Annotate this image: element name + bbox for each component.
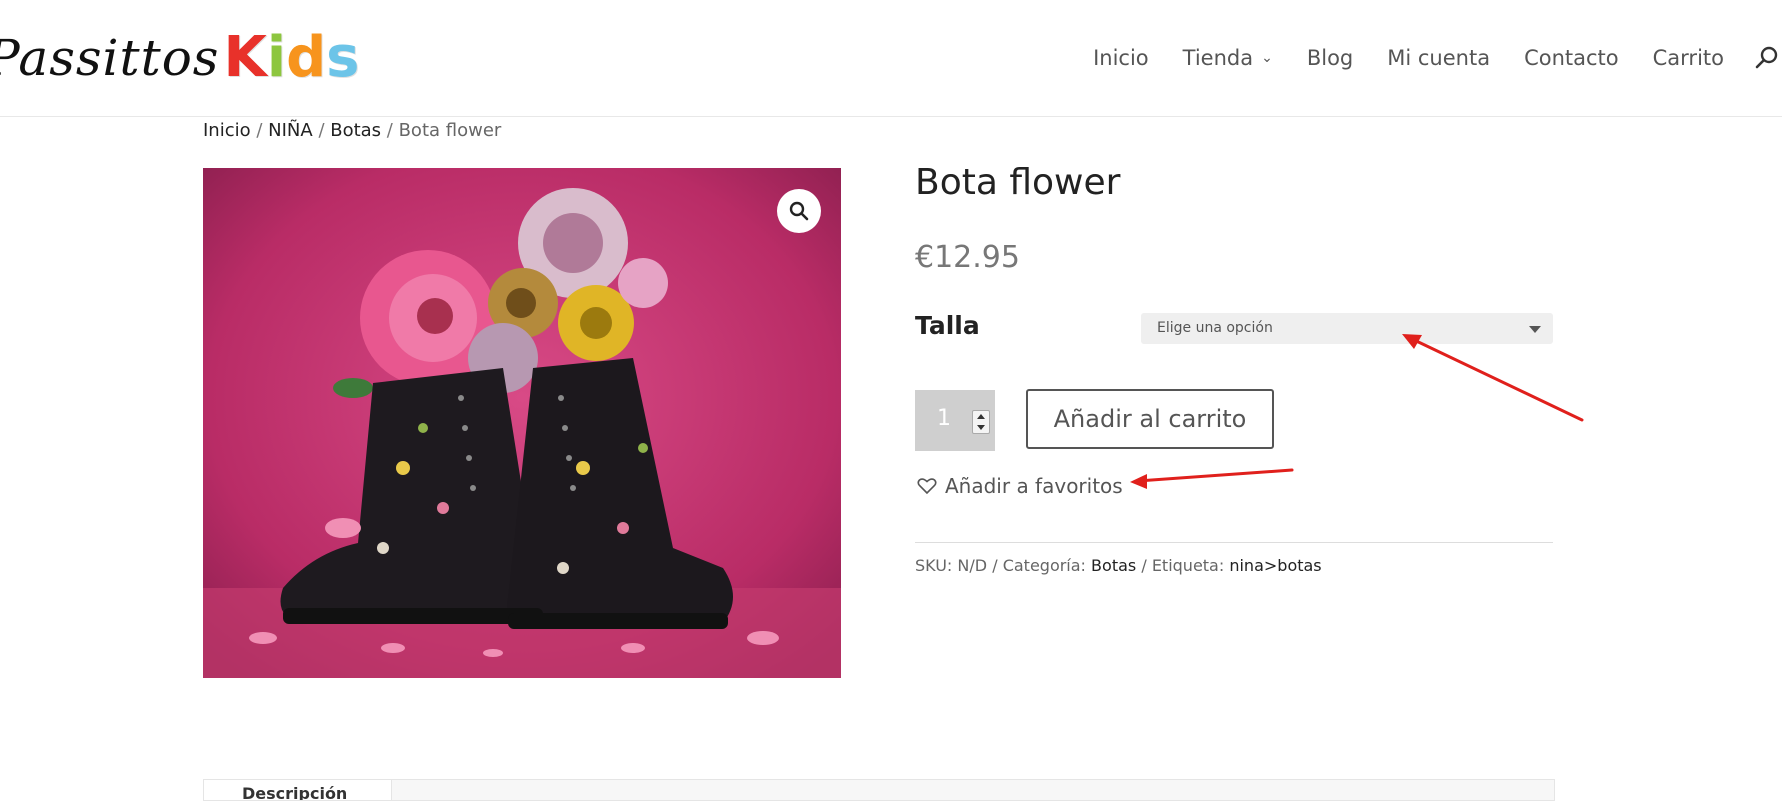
logo-letter-i: i <box>266 25 287 90</box>
nav-item-tienda[interactable]: Tienda ⌄ <box>1183 46 1273 70</box>
nav-label: Mi cuenta <box>1387 46 1491 70</box>
tab-description[interactable]: Descripción <box>203 779 392 800</box>
breadcrumb-separator: / <box>250 120 269 141</box>
meta-separator: / <box>992 556 1003 575</box>
site-header: Passittos K i d s Inicio Tienda ⌄ Blog M… <box>0 0 1782 117</box>
breadcrumb-current: Bota flower <box>398 120 502 141</box>
add-to-favorites-link[interactable]: Añadir a favoritos <box>917 474 1123 498</box>
product-price: €12.95 <box>915 240 1020 275</box>
arrow-to-favorites <box>1136 468 1294 483</box>
size-select[interactable]: Elige una opción <box>1141 313 1553 344</box>
favorites-label: Añadir a favoritos <box>945 474 1123 498</box>
nav-item-inicio[interactable]: Inicio <box>1093 46 1149 70</box>
product-image[interactable] <box>203 168 841 678</box>
magnifier-icon <box>789 201 809 221</box>
breadcrumb-separator: / <box>312 120 331 141</box>
breadcrumb-inicio[interactable]: Inicio <box>203 120 251 141</box>
main-nav: Inicio Tienda ⌄ Blog Mi cuenta Contacto … <box>1059 40 1782 76</box>
size-label: Talla <box>915 311 980 340</box>
logo-text: Passittos <box>0 29 220 87</box>
category-link[interactable]: Botas <box>1091 556 1136 575</box>
nav-label: Carrito <box>1652 46 1724 70</box>
nav-label: Tienda <box>1182 46 1254 70</box>
sku-label: SKU: <box>915 556 953 575</box>
breadcrumb-botas[interactable]: Botas <box>330 120 381 141</box>
category-label: Categoría: <box>1002 556 1086 575</box>
nav-item-carrito[interactable]: Carrito <box>1653 46 1724 70</box>
select-value: Elige una opción <box>1157 320 1273 336</box>
site-logo[interactable]: Passittos K i d s <box>0 18 360 88</box>
product-title: Bota flower <box>915 162 1121 203</box>
tab-label: Descripción <box>242 784 348 800</box>
quantity-value: 1 <box>937 406 951 431</box>
logo-letter-s: s <box>326 25 360 90</box>
nav-item-contacto[interactable]: Contacto <box>1524 46 1619 70</box>
heart-icon <box>917 477 937 495</box>
zoom-button[interactable] <box>777 189 821 233</box>
increment-icon[interactable] <box>977 414 985 419</box>
quantity-spinner[interactable] <box>972 410 990 434</box>
arrow-to-select <box>1408 336 1584 422</box>
breadcrumb: Inicio / NIÑA / Botas / Bota flower <box>203 120 501 141</box>
add-to-cart-button[interactable]: Añadir al carrito <box>1026 389 1274 449</box>
chevron-down-icon: ⌄ <box>1261 50 1273 66</box>
nav-label: Contacto <box>1524 46 1619 70</box>
nav-item-blog[interactable]: Blog <box>1307 46 1353 70</box>
product-meta: SKU: N/D / Categoría: Botas / Etiqueta: … <box>915 556 1322 575</box>
divider <box>915 542 1553 543</box>
logo-letter-k: K <box>223 25 267 90</box>
breadcrumb-nina[interactable]: NIÑA <box>268 120 313 141</box>
logo-letter-d: d <box>286 25 327 90</box>
nav-item-mi-cuenta[interactable]: Mi cuenta <box>1387 46 1490 70</box>
caret-down-icon <box>1529 326 1541 333</box>
decrement-icon[interactable] <box>977 425 985 430</box>
nav-label: Blog <box>1306 46 1354 70</box>
meta-separator: / <box>1141 556 1152 575</box>
product-tabs <box>203 779 1555 801</box>
sku-value: N/D <box>957 556 988 575</box>
tag-link[interactable]: nina>botas <box>1229 556 1321 575</box>
nav-label: Inicio <box>1093 46 1149 70</box>
logo-kids: K i d s <box>223 28 359 88</box>
breadcrumb-separator: / <box>381 120 399 141</box>
search-icon[interactable] <box>1752 43 1782 73</box>
quantity-stepper[interactable]: 1 <box>915 390 995 451</box>
tag-label: Etiqueta: <box>1151 556 1225 575</box>
